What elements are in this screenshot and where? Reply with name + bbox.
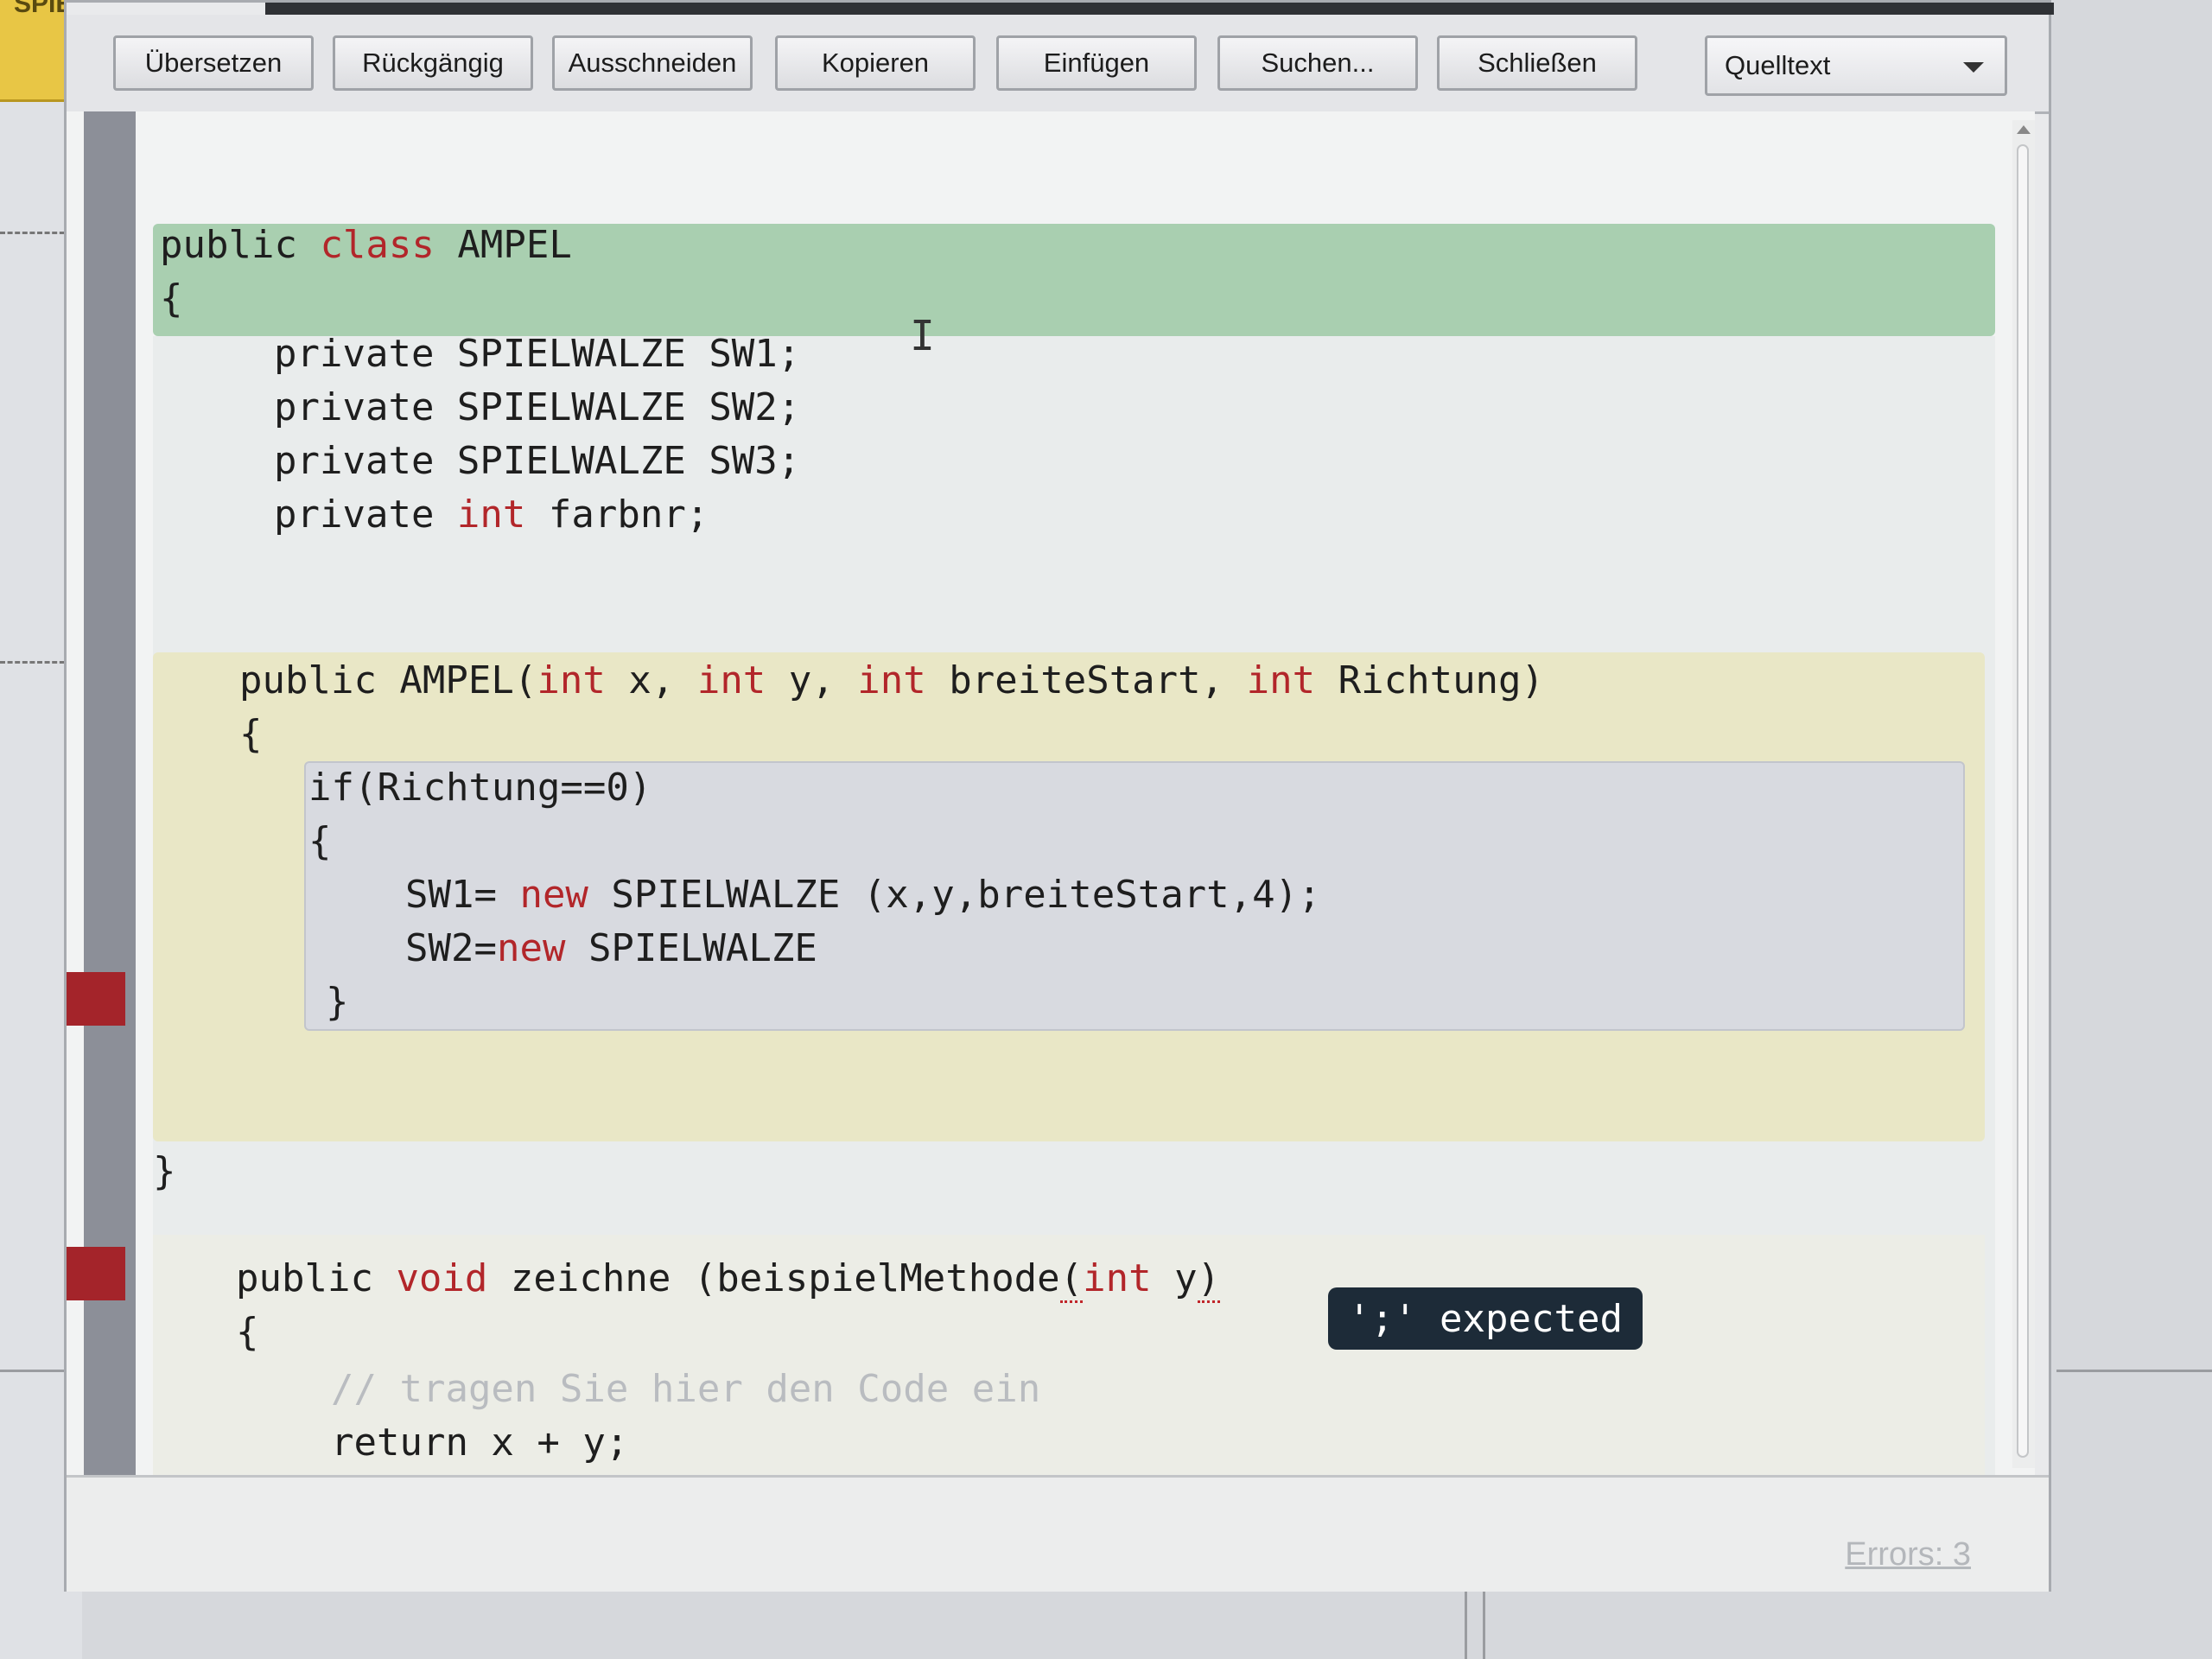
paste-button[interactable]: Einfügen — [996, 35, 1197, 91]
code-line: { — [236, 1310, 259, 1354]
code-line: { — [308, 819, 332, 863]
vertical-scrollbar[interactable] — [2012, 120, 2035, 1468]
compile-button[interactable]: Übersetzen — [113, 35, 314, 91]
close-button[interactable]: Schließen — [1437, 35, 1637, 91]
code-line: SW1= new SPIELWALZE (x,y,breiteStart,4); — [405, 873, 1321, 917]
scroll-up-icon[interactable] — [2017, 125, 2031, 134]
error-tooltip: ';' expected — [1328, 1287, 1643, 1350]
text-cursor-icon: I — [910, 312, 935, 360]
error-marker[interactable] — [67, 972, 125, 1026]
error-marker[interactable] — [67, 1247, 125, 1300]
syntax-error-token: ) — [1197, 1256, 1221, 1303]
cut-button[interactable]: Ausschneiden — [552, 35, 753, 91]
editor-window: Übersetzen Rückgängig Ausschneiden Kopie… — [64, 0, 2054, 1592]
code-line: public class AMPEL — [160, 223, 572, 267]
syntax-error-token: ( — [1059, 1256, 1084, 1303]
scroll-thumb[interactable] — [2017, 144, 2029, 1458]
divider — [1483, 1592, 1485, 1659]
code-line: } — [153, 1149, 176, 1193]
code-line: public void zeichne (beispielMethode(int… — [236, 1252, 1221, 1306]
chevron-down-icon — [1963, 62, 1984, 73]
code-line: return x + y; — [331, 1421, 629, 1465]
error-count-link[interactable]: Errors: 3 — [1845, 1536, 1971, 1573]
code-line: private SPIELWALZE SW2; — [274, 385, 801, 429]
find-button[interactable]: Suchen... — [1217, 35, 1418, 91]
code-line: { — [239, 712, 263, 756]
code-line: public AMPEL(int x, int y, int breiteSta… — [239, 658, 1545, 702]
code-line: { — [160, 276, 183, 321]
divider — [0, 1370, 65, 1372]
status-bar: Errors: 3 — [67, 1475, 2049, 1592]
undo-button[interactable]: Rückgängig — [333, 35, 533, 91]
code-line: private SPIELWALZE SW3; — [274, 439, 801, 483]
title-bar[interactable] — [265, 3, 2054, 15]
copy-button[interactable]: Kopieren — [775, 35, 976, 91]
view-select-value: Quelltext — [1725, 50, 1831, 80]
toolbar: Übersetzen Rückgängig Ausschneiden Kopie… — [67, 15, 2049, 114]
view-select[interactable]: Quelltext — [1705, 35, 2007, 96]
code-line: SW2=new SPIELWALZE — [405, 926, 817, 970]
code-line: private int farbnr; — [274, 493, 709, 537]
code-comment: // tragen Sie hier den Code ein — [331, 1367, 1041, 1411]
code-line: if(Richtung==0) — [308, 766, 652, 810]
divider — [1465, 1592, 1467, 1659]
divider — [2056, 1370, 2212, 1372]
code-editor[interactable]: public class AMPEL { private SPIELWALZE … — [67, 111, 2035, 1475]
code-line: } — [326, 980, 349, 1024]
code-line: private SPIELWALZE SW1; — [274, 332, 801, 376]
